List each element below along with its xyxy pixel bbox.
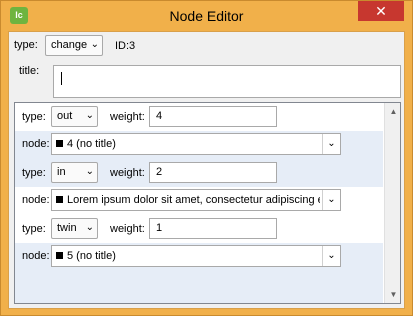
link-type-value: out xyxy=(57,110,73,122)
node-editor-window: lc Node Editor ✕ type: change ⌄ ID:3 tit… xyxy=(0,0,413,316)
weight-label: weight: xyxy=(110,111,145,123)
editor-panel: type: change ⌄ ID:3 title: type: out ⌄ w… xyxy=(8,31,405,309)
chevron-down-icon: ⌄ xyxy=(90,39,99,50)
link-type-select[interactable]: in ⌄ xyxy=(51,162,98,183)
weight-input[interactable]: 2 xyxy=(149,162,277,183)
weight-label: weight: xyxy=(110,223,145,235)
link-type-label: type: xyxy=(22,167,46,179)
node-label: node: xyxy=(22,138,50,150)
empty-list-area xyxy=(15,271,383,303)
link-type-value: twin xyxy=(57,222,77,234)
node-value: Lorem ipsum dolor sit amet, consectetur … xyxy=(67,194,320,206)
link-row: type: in ⌄ weight: 2 node: Lorem ipsum d… xyxy=(15,159,383,215)
node-id: ID:3 xyxy=(115,40,136,52)
type-label: type: xyxy=(14,39,38,51)
node-type-value: change xyxy=(51,39,88,51)
text-caret xyxy=(61,72,62,85)
title-label: title: xyxy=(19,65,40,77)
node-label: node: xyxy=(22,250,50,262)
square-icon xyxy=(56,196,63,203)
chevron-down-icon[interactable]: ⌄ xyxy=(322,190,340,210)
node-value: 5 (no title) xyxy=(67,250,116,262)
square-icon xyxy=(56,140,63,147)
chevron-down-icon[interactable]: ⌄ xyxy=(322,134,340,154)
scroll-down-icon[interactable]: ▼ xyxy=(385,286,400,303)
node-select[interactable]: 4 (no title) ⌄ xyxy=(51,133,341,155)
weight-input[interactable]: 4 xyxy=(149,106,277,127)
chevron-down-icon: ⌄ xyxy=(85,166,94,177)
node-select[interactable]: Lorem ipsum dolor sit amet, consectetur … xyxy=(51,189,341,211)
link-type-select[interactable]: out ⌄ xyxy=(51,106,98,127)
link-row: type: out ⌄ weight: 4 node: 4 (no title)… xyxy=(15,103,383,159)
link-type-value: in xyxy=(57,166,66,178)
node-select[interactable]: 5 (no title) ⌄ xyxy=(51,245,341,267)
close-button[interactable]: ✕ xyxy=(358,1,404,21)
chevron-down-icon[interactable]: ⌄ xyxy=(322,246,340,266)
square-icon xyxy=(56,252,63,259)
title-input[interactable] xyxy=(53,65,401,98)
window-title: Node Editor xyxy=(169,8,244,24)
link-type-label: type: xyxy=(22,111,46,123)
node-value: 4 (no title) xyxy=(67,138,116,150)
link-type-select[interactable]: twin ⌄ xyxy=(51,218,98,239)
links-list[interactable]: type: out ⌄ weight: 4 node: 4 (no title)… xyxy=(14,102,401,304)
vertical-scrollbar[interactable]: ▲ ▼ xyxy=(384,103,400,303)
weight-input[interactable]: 1 xyxy=(149,218,277,239)
link-row: type: twin ⌄ weight: 1 node: 5 (no title… xyxy=(15,215,383,271)
title-bar[interactable]: lc Node Editor ✕ xyxy=(1,1,412,31)
link-type-label: type: xyxy=(22,223,46,235)
chevron-down-icon: ⌄ xyxy=(85,222,94,233)
chevron-down-icon: ⌄ xyxy=(85,110,94,121)
scroll-up-icon[interactable]: ▲ xyxy=(385,103,400,120)
weight-label: weight: xyxy=(110,167,145,179)
node-type-select[interactable]: change ⌄ xyxy=(45,35,103,56)
node-label: node: xyxy=(22,194,50,206)
